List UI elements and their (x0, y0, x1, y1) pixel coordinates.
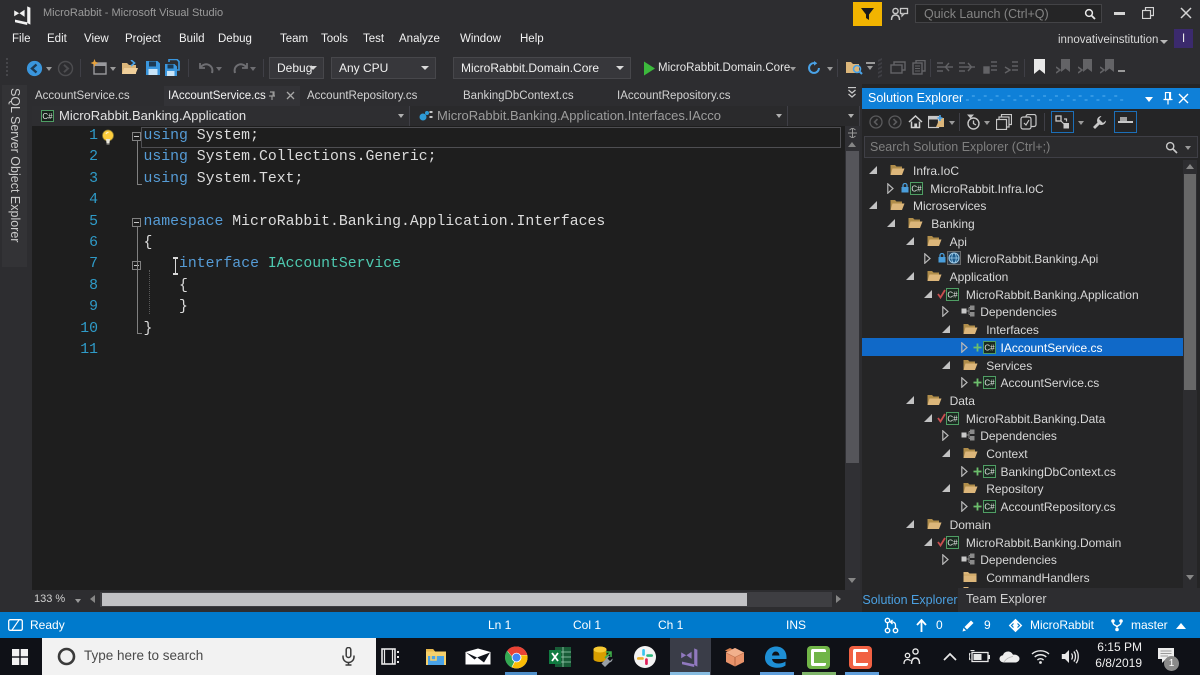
svg-text:C#: C# (42, 112, 53, 121)
svg-text:C#: C# (984, 503, 995, 512)
svg-text:C#: C# (947, 414, 958, 423)
svg-text:C#: C# (984, 343, 995, 352)
svg-text:C#: C# (947, 538, 958, 547)
svg-text:C#: C# (984, 379, 995, 388)
svg-text:C#: C# (947, 290, 958, 299)
svg-text:C#: C# (984, 467, 995, 476)
svg-text:C#: C# (912, 184, 923, 193)
